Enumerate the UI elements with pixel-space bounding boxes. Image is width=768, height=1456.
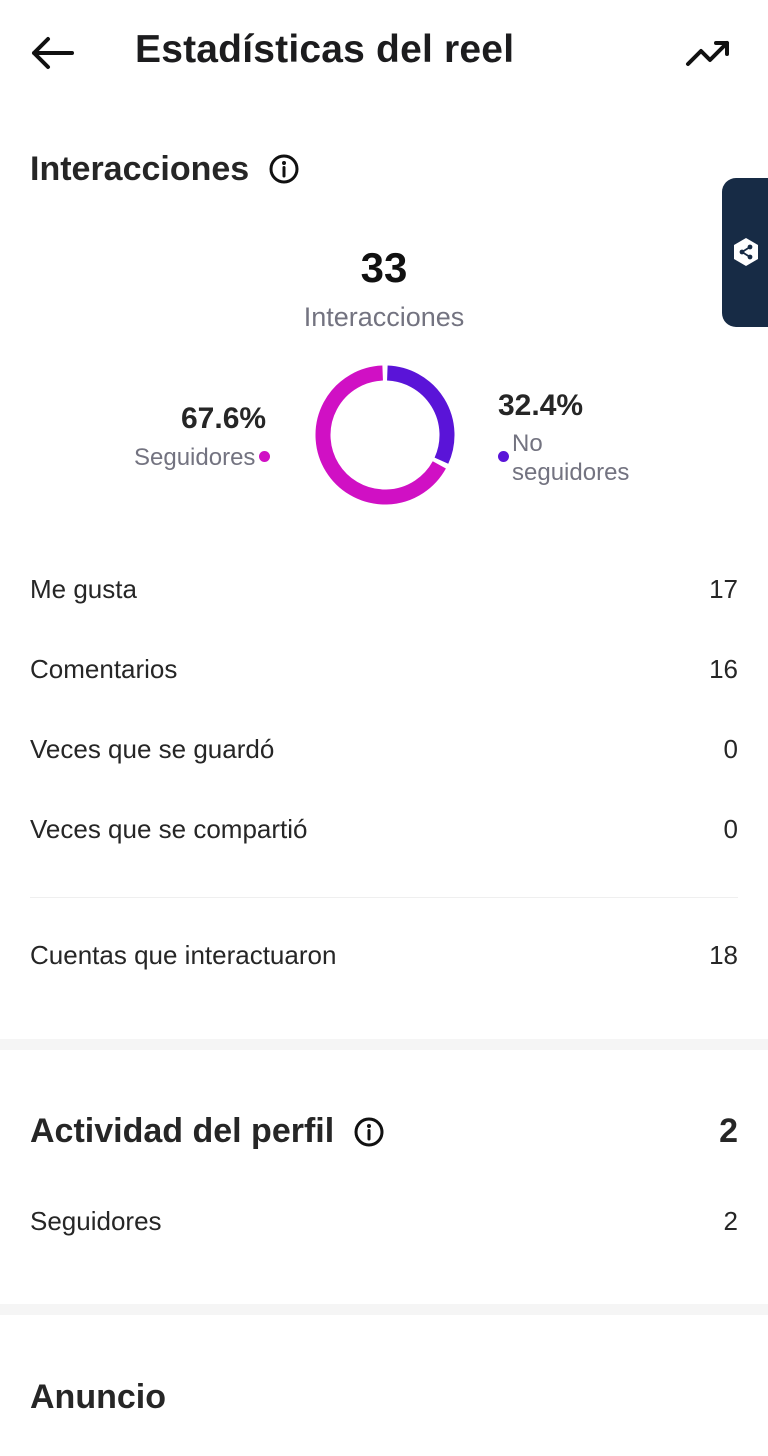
profile-activity-title: Actividad del perfil (30, 1112, 335, 1150)
stat-label: Me gusta (30, 574, 137, 604)
followers-percentage: 67.6% (181, 402, 267, 435)
non-followers-label: No seguidores (512, 429, 629, 487)
info-icon (354, 1117, 384, 1147)
non-followers-label-line1: No (512, 430, 543, 457)
stat-value: 16 (709, 654, 738, 684)
stat-label: Comentarios (30, 654, 178, 684)
top-bar: Estadísticas del reel (0, 0, 768, 110)
stat-row-comments: Comentarios 16 (30, 650, 738, 690)
profile-activity-total: 2 (719, 1112, 738, 1150)
stat-label: Veces que se guardó (30, 734, 275, 764)
stat-value: 2 (723, 1206, 738, 1236)
stat-row-accounts-engaged: Cuentas que interactuaron 18 (30, 936, 738, 976)
interactions-info-button[interactable] (268, 153, 300, 185)
followers-donut-chart (315, 365, 455, 505)
section-separator (0, 1304, 768, 1315)
profile-activity-info-button[interactable] (353, 1116, 385, 1148)
ad-section-title: Anuncio (30, 1378, 166, 1416)
interactions-title: Interacciones (30, 150, 250, 188)
stat-row-likes: Me gusta 17 (30, 570, 738, 610)
interactions-total: 33 (360, 244, 408, 291)
non-followers-label-line2: seguidores (512, 459, 630, 486)
followers-label: Seguidores (134, 444, 256, 471)
non-followers-percentage: 32.4% (498, 389, 584, 422)
stat-label: Veces que se compartió (30, 814, 308, 844)
followers-dot (259, 451, 270, 462)
divider (30, 897, 738, 898)
interactions-total-label: Interacciones (303, 302, 465, 332)
stat-row-followers: Seguidores 2 (30, 1202, 738, 1242)
stat-value: 0 (723, 814, 738, 844)
stat-label: Seguidores (30, 1206, 162, 1236)
stat-value: 0 (723, 734, 738, 764)
stat-label: Cuentas que interactuaron (30, 940, 337, 970)
arrow-left-icon (32, 37, 74, 69)
back-button[interactable] (26, 30, 78, 76)
non-followers-dot (498, 451, 509, 462)
info-icon (269, 154, 299, 184)
stat-value: 18 (709, 940, 738, 970)
stat-row-saves: Veces que se guardó 0 (30, 730, 738, 770)
trend-button[interactable] (682, 32, 734, 76)
stat-row-shares: Veces que se compartió 0 (30, 810, 738, 850)
trending-up-icon (686, 41, 729, 66)
donut-segment-non-followers (386, 365, 455, 464)
page-title: Estadísticas del reel (135, 28, 515, 71)
stat-value: 17 (709, 574, 738, 604)
section-separator (0, 1039, 768, 1050)
